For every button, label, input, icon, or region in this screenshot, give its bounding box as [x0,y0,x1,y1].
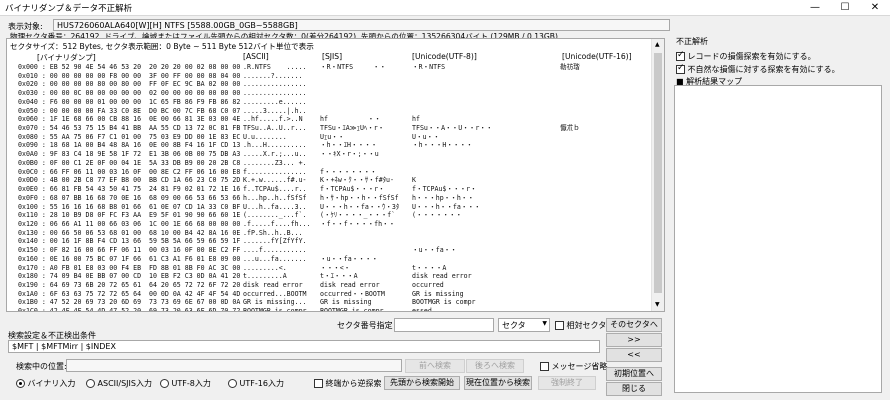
search-next-button[interactable]: 後ろへ検索 [466,359,524,373]
analysis-map[interactable] [674,85,882,393]
search-from-start-button[interactable]: 先頭から検索開始 [384,376,460,390]
target-field: HUS726060ALA640[W][H] NTFS [5588.00GB_0G… [53,19,670,31]
mode-binary-radio[interactable] [16,379,25,388]
mode-utf16-label: UTF-16入力 [239,379,284,388]
message-omit-option[interactable]: メッセージ省略 [540,361,607,372]
mode-utf16-option[interactable]: UTF-16入力 [228,378,284,389]
sector-unit-value: セクタ [502,321,526,330]
scroll-thumb[interactable] [654,53,662,293]
sector-info-line2: セクタサイズ：512 Bytes, セクタ表示範囲：0 Byte ~ 511 B… [10,42,314,51]
unnatural-damage-checkbox[interactable] [676,63,685,74]
mode-utf16-radio[interactable] [228,379,237,388]
from-end-label: 終端から逆探索 [325,379,382,388]
sector-number-input[interactable] [394,318,494,332]
window-title: バイナリダンプ＆データ不正解析 [5,4,133,14]
fraud-analysis-title: 不正解析 [676,37,708,46]
next-sector-button[interactable]: >> [606,333,662,347]
message-omit-checkbox[interactable] [540,362,549,371]
sector-unit-select[interactable]: セクタ ▼ [498,318,550,332]
search-prev-button[interactable]: 前へ検索 [405,359,465,373]
mode-utf8-option[interactable]: UTF-8入力 [160,378,211,389]
utf8-column: ・R・NTFS hf TFSu・・A・・U・・r・・ U・u・・ ・h・・・H・… [412,63,493,312]
record-damage-label: レコードの損傷探索を有効にする。 [687,52,816,61]
unnatural-damage-option[interactable]: 不自然な損傷に対する探索を有効にする。 [676,63,840,75]
mode-utf8-radio[interactable] [160,379,169,388]
hex-column: 0x000 : EB 52 90 4E 54 46 53 20 20 20 20… [18,63,241,312]
mode-ascii-label: ASCII/SJIS入力 [97,379,152,388]
mode-utf8-label: UTF-8入力 [171,379,211,388]
maximize-button[interactable]: ☐ [830,0,860,16]
relative-sector-option[interactable]: 相対セクタ [555,320,606,331]
ascii-header: [ASCII] [243,52,269,61]
ascii-column: .R.NTFS ..... .......?....... ..........… [243,63,311,312]
mode-binary-label: バイナリ入力 [27,379,76,388]
binary-header: [バイナリダンプ] [37,53,96,62]
search-query-input[interactable]: $MFT | $MFTMirr | $INDEX [8,340,600,353]
dump-pane[interactable]: セクタサイズ：512 Bytes, セクタ表示範囲：0 Byte ~ 511 B… [6,38,665,312]
utf16-column: 勒祊瑎 懨朮ｂ [560,63,580,133]
search-position-field [66,359,402,372]
relative-sector-checkbox[interactable] [555,321,564,330]
close-window-button[interactable]: ✕ [860,0,890,16]
record-damage-checkbox[interactable] [676,50,685,61]
utf16-header: [Unicode(UTF-16)] [562,52,632,61]
chevron-down-icon: ▼ [542,320,547,327]
mode-ascii-option[interactable]: ASCII/SJIS入力 [86,378,152,389]
dump-scrollbar[interactable]: ▲ ▼ [651,39,664,311]
mode-binary-option[interactable]: バイナリ入力 [16,378,75,389]
close-button[interactable]: 閉じる [606,382,662,396]
from-end-option[interactable]: 終端から逆探索 [314,378,382,389]
message-omit-label: メッセージ省略 [551,362,608,371]
record-damage-option[interactable]: レコードの損傷探索を有効にする。 [676,50,816,62]
scroll-up-icon[interactable]: ▲ [655,41,660,48]
sjis-header: [SJIS] [322,52,343,61]
utf8-header: [Unicode(UTF-8)] [412,52,477,61]
search-from-current-button[interactable]: 現在位置から検索 [464,376,532,390]
title-bar: バイナリダンプ＆データ不正解析 — ☐ ✕ [0,0,890,16]
mode-ascii-radio[interactable] [86,379,95,388]
sjis-column: ・R・NTFS ・・ hf ・・ TFSu・ｴA≫ｪUﾍ・r・ Uｪu・・ ・h… [320,63,400,312]
unnatural-damage-label: 不自然な損傷に対する探索を有効にする。 [687,65,840,74]
prev-sector-button[interactable]: << [606,348,662,362]
force-stop-button[interactable]: 強制終了 [538,376,596,390]
relative-sector-label: 相対セクタ [566,321,607,330]
from-end-checkbox[interactable] [314,379,323,388]
initial-position-button[interactable]: 初期位置へ [606,367,662,381]
go-to-sector-button[interactable]: そのセクタへ [606,318,662,332]
sector-number-label: セクタ番号指定： [337,321,401,330]
scroll-down-icon[interactable]: ▼ [655,301,660,308]
search-position-label: 検索中の位置: [16,362,67,371]
minimize-button[interactable]: — [800,0,830,16]
